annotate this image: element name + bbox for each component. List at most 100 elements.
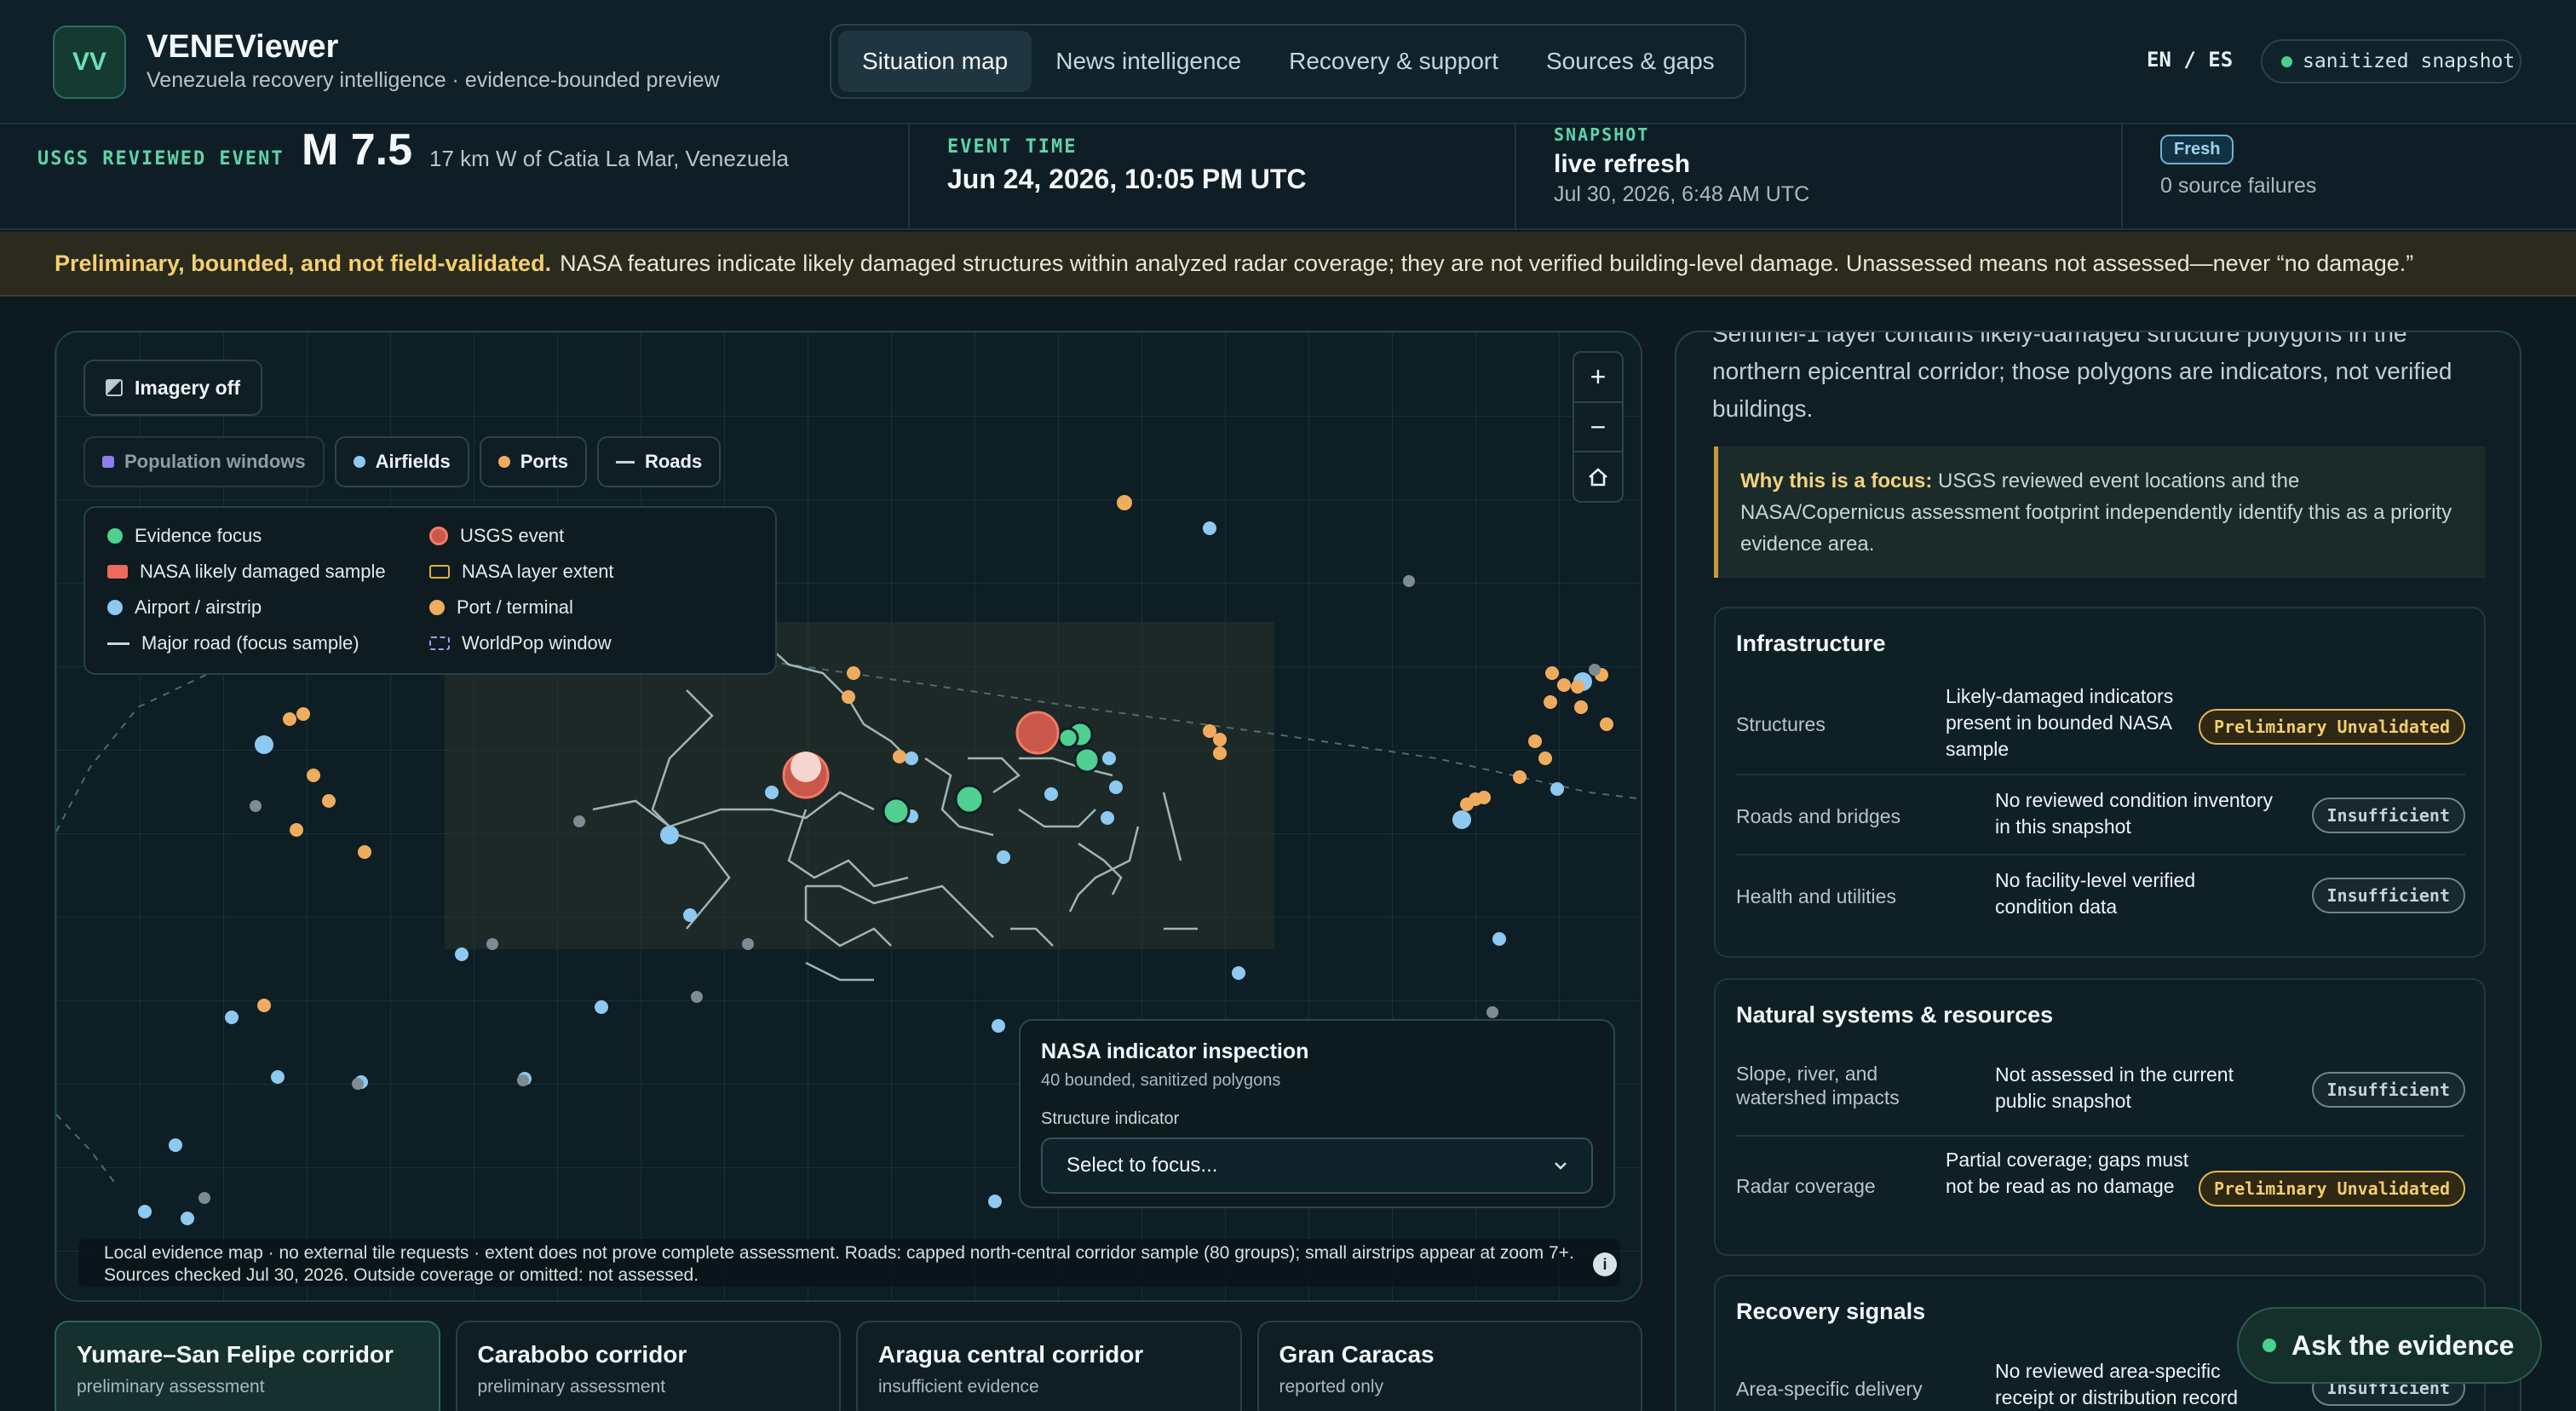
section-natural-systems: Natural systems & resources Slope, river…	[1714, 978, 2486, 1256]
region-title: Carabobo corridor	[477, 1341, 687, 1368]
select-value: Select to focus...	[1067, 1154, 1218, 1177]
port-icon	[429, 600, 445, 615]
warning-text: NASA features indicate likely damaged st…	[560, 250, 2414, 276]
status-dot-icon	[2281, 55, 2292, 67]
row-name: Slope, river, and watershed impacts	[1736, 1063, 1900, 1109]
nasa-indicator-inspection: NASA indicator inspection 40 bounded, sa…	[1019, 1019, 1615, 1208]
top-bar: VV VENEViewer Venezuela recovery intelli…	[0, 0, 2576, 124]
imagery-icon	[106, 379, 123, 396]
row-value: Partial coverage; gaps must not be read …	[1946, 1149, 2189, 1197]
layer-ports[interactable]: Ports	[479, 436, 587, 487]
evidence-map[interactable]: Imagery off Population windows Airfields…	[55, 331, 1642, 1302]
row-value: Not assessed in the current public snaps…	[1995, 1063, 2234, 1112]
focus-reason-label: Why this is a focus:	[1740, 469, 1933, 492]
home-button[interactable]	[1574, 452, 1622, 501]
freshness-badge: Fresh	[2160, 135, 2234, 164]
divider	[1515, 124, 1516, 230]
layer-population-windows[interactable]: Population windows	[83, 436, 325, 487]
legend-label: NASA likely damaged sample	[140, 561, 386, 582]
legend-label: NASA layer extent	[462, 561, 614, 582]
region-title: Aragua central corridor	[878, 1341, 1144, 1368]
row-value: No reviewed area-specific receipt or dis…	[1995, 1360, 2239, 1408]
row-value: Likely-damaged indicators present in bou…	[1946, 685, 2174, 760]
tab-situation-map[interactable]: Situation map	[838, 31, 1032, 92]
tab-sources-gaps[interactable]: Sources & gaps	[1522, 31, 1739, 92]
zoom-out-button[interactable]: −	[1574, 403, 1622, 453]
region-status: preliminary assessment	[77, 1377, 265, 1397]
region-card-gran-caracas[interactable]: Gran Caracas reported only	[1256, 1321, 1642, 1411]
worldpop-icon	[429, 636, 450, 650]
status-row: Health and utilities No facility-level v…	[1736, 854, 2465, 934]
status-badge: Insufficient	[2311, 1072, 2465, 1108]
layer-label: Population windows	[124, 451, 306, 472]
usgs-event-marker	[1015, 711, 1060, 755]
usgs-event-icon	[429, 527, 448, 545]
row-name: Area-specific delivery	[1736, 1378, 1923, 1400]
status-row: Structures Likely-damaged indicators pre…	[1736, 678, 2465, 774]
region-title: Yumare–San Felipe corridor	[77, 1341, 394, 1368]
inspection-title: NASA indicator inspection	[1041, 1040, 1309, 1063]
app-logo: VV	[53, 26, 126, 99]
layer-airfields[interactable]: Airfields	[334, 436, 469, 487]
layer-label: Ports	[520, 451, 568, 472]
zoom-controls: + −	[1573, 351, 1624, 503]
imagery-toggle-button[interactable]: Imagery off	[83, 360, 262, 416]
region-card-yumare[interactable]: Yumare–San Felipe corridor preliminary a…	[55, 1321, 440, 1411]
tab-news-intelligence[interactable]: News intelligence	[1032, 31, 1265, 92]
population-square-icon	[102, 456, 114, 468]
damaged-sample-icon	[107, 565, 128, 579]
app-title: VENEViewer	[147, 29, 339, 65]
warning-bold: Preliminary, bounded, and not field-vali…	[55, 250, 552, 276]
main-tabs: Situation map News intelligence Recovery…	[830, 24, 1746, 99]
status-row: Radar coverage Partial coverage; gaps mu…	[1736, 1135, 2465, 1239]
status-badge: Preliminary Unvalidated	[2199, 1171, 2465, 1207]
map-attribution: Local evidence map · no external tile re…	[78, 1239, 1620, 1287]
layer-extent-icon	[429, 565, 450, 579]
chevron-down-icon	[1555, 1162, 1567, 1170]
map-legend: Evidence focus USGS event NASA likely da…	[83, 506, 777, 675]
region-status: insufficient evidence	[878, 1377, 1039, 1397]
legend-label: Port / terminal	[457, 596, 573, 618]
region-detail-panel[interactable]: Sentinel-1 layer contains likely-damaged…	[1675, 331, 2521, 1411]
app-subtitle: Venezuela recovery intelligence · eviden…	[147, 68, 720, 92]
layer-roads[interactable]: Roads	[596, 436, 722, 487]
region-cards: Yumare–San Felipe corridor preliminary a…	[55, 1321, 1642, 1411]
section-title: Recovery signals	[1736, 1299, 1926, 1324]
region-card-aragua[interactable]: Aragua central corridor insufficient evi…	[856, 1321, 1242, 1411]
status-row: Slope, river, and watershed impacts Not …	[1736, 1050, 2465, 1135]
info-icon[interactable]: i	[1593, 1253, 1617, 1276]
legend-label: Airport / airstrip	[135, 596, 262, 618]
airfield-dot-icon	[353, 456, 365, 468]
snapshot-status-pill: sanitized snapshot	[2261, 39, 2521, 84]
zoom-in-button[interactable]: +	[1574, 353, 1622, 403]
snapshot-time: Jul 30, 2026, 6:48 AM UTC	[1554, 182, 1810, 206]
evidence-focus-icon	[107, 528, 123, 544]
ask-the-evidence-button[interactable]: Ask the evidence	[2237, 1307, 2542, 1384]
divider	[2121, 124, 2123, 230]
legend-label: USGS event	[460, 525, 565, 546]
ask-button-label: Ask the evidence	[2291, 1329, 2515, 1361]
preliminary-warning-banner: Preliminary, bounded, and not field-vali…	[0, 232, 2576, 297]
structure-indicator-select[interactable]: Select to focus...	[1041, 1137, 1593, 1194]
nasa-damaged-sample-marker	[791, 752, 821, 782]
focus-reason-box: Why this is a focus: USGS reviewed event…	[1714, 446, 2486, 578]
snapshot-status-text: sanitized snapshot	[2303, 50, 2516, 72]
airport-icon	[107, 600, 123, 615]
road-icon	[107, 642, 129, 645]
event-magnitude: M 7.5	[302, 125, 413, 175]
row-name: Radar coverage	[1736, 1175, 1876, 1197]
region-status: reported only	[1279, 1377, 1384, 1397]
region-card-carabobo[interactable]: Carabobo corridor preliminary assessment	[455, 1321, 841, 1411]
legend-label: Evidence focus	[135, 525, 262, 546]
divider	[908, 124, 910, 230]
layer-toggles: Population windows Airfields Ports Roads	[83, 436, 722, 487]
road-line-icon	[615, 460, 635, 464]
row-name: Health and utilities	[1736, 885, 1896, 907]
legend-label: Major road (focus sample)	[141, 632, 359, 654]
tab-recovery-support[interactable]: Recovery & support	[1265, 31, 1522, 92]
status-badge: Insufficient	[2311, 878, 2465, 913]
legend-label: WorldPop window	[462, 632, 612, 654]
section-infrastructure: Infrastructure Structures Likely-damaged…	[1714, 607, 2486, 958]
language-toggle[interactable]: EN / ES	[2147, 48, 2233, 72]
home-icon	[1589, 467, 1607, 486]
